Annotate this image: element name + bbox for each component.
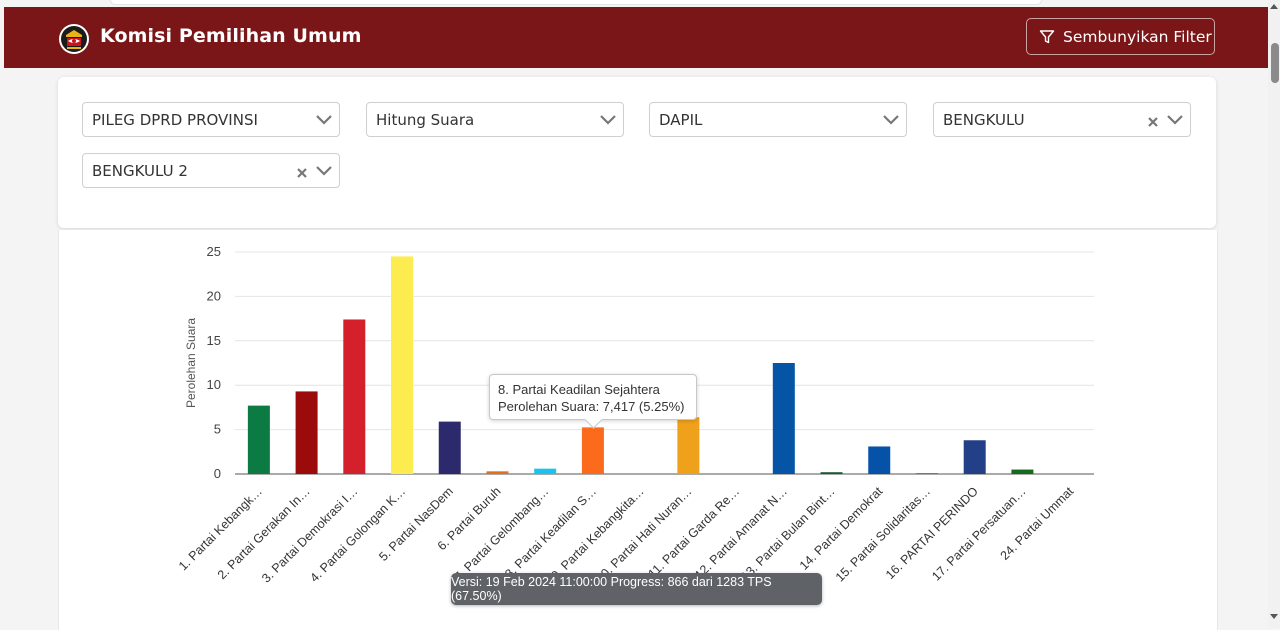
version-text: Versi: 19 Feb 2024 11:00:00 Progress: 86… — [451, 575, 772, 603]
vote-bar-chart: 0 5 10 15 20 25 Perolehan Suara 1. Partai Keban… — [176, 244, 1094, 586]
dapil-select[interactable]: BENGKULU 2 — [82, 153, 340, 188]
page-scrollbar[interactable] — [1268, 0, 1280, 628]
region-level-select[interactable]: DAPIL — [649, 102, 907, 137]
chart-tooltip: 8. Partai Keadilan Sejahtera Perolehan S… — [489, 374, 697, 429]
browser-top-sliver — [0, 0, 1280, 6]
chevron-down-icon — [316, 114, 332, 125]
chart-panel: 0 5 10 15 20 25 Perolehan Suara 1. Partai Keban… — [58, 230, 1218, 630]
close-icon[interactable] — [1146, 115, 1160, 129]
bar-5 — [438, 421, 461, 474]
x-tick-label: 16. PARTAI PERINDO — [883, 484, 981, 582]
y-tick-label: 20 — [207, 288, 221, 303]
close-icon[interactable] — [295, 166, 309, 180]
chevron-down-icon — [883, 114, 899, 125]
x-tick-label: 4. Partai Golongan K… — [307, 484, 408, 585]
select-value: BENGKULU — [943, 110, 1025, 129]
bar-6 — [486, 471, 509, 474]
bar-16 — [963, 440, 986, 474]
x-tick-label: 3. Partai Demokrasi I… — [259, 484, 360, 585]
x-tick-label: 8. Partai Keadilan S… — [502, 484, 599, 581]
tooltip-title: 8. Partai Keadilan Sejahtera — [498, 382, 660, 397]
bar-1 — [247, 405, 270, 474]
x-tick-label: 17. Partai Persatuan… — [929, 484, 1028, 583]
bar-2 — [295, 391, 318, 474]
x-tick-label: 12. Partai Amanat N… — [692, 484, 790, 582]
x-tick-label: 1. Partai Kebangk… — [176, 484, 265, 573]
bar-14 — [868, 446, 891, 474]
province-select[interactable]: BENGKULU — [933, 102, 1191, 137]
x-tick-label: 15. Partai Solidaritas… — [833, 484, 933, 584]
x-tick-label: 2. Partai Gerakan In… — [215, 484, 313, 582]
y-tick-label: 5 — [214, 422, 221, 437]
x-tick-label: 9. Partai Kebangkita… — [548, 484, 646, 582]
y-tick-label: 15 — [207, 333, 221, 348]
chevron-down-icon — [600, 114, 616, 125]
x-tick-label: 13. Partai Bulan Bint… — [738, 484, 837, 583]
bar-12 — [772, 363, 795, 474]
scroll-up-icon[interactable] — [1270, 4, 1278, 9]
version-progress-toast: Versi: 19 Feb 2024 11:00:00 Progress: 86… — [451, 573, 822, 605]
select-value: Hitung Suara — [376, 110, 475, 129]
scroll-down-icon[interactable] — [1270, 614, 1278, 619]
scroll-thumb[interactable] — [1271, 43, 1279, 83]
select-value: PILEG DPRD PROVINSI — [92, 110, 258, 129]
hide-filter-label: Sembunyikan Filter — [1063, 27, 1212, 46]
bar-3 — [343, 319, 366, 474]
x-tick-label: 14. Partai Demokrat — [797, 484, 886, 573]
y-tick-label: 10 — [207, 377, 221, 392]
bar-15 — [915, 473, 938, 474]
hide-filter-button[interactable]: Sembunyikan Filter — [1026, 18, 1215, 55]
count-type-select[interactable]: Hitung Suara — [366, 102, 624, 137]
y-axis-label: Perolehan Suara — [184, 318, 198, 408]
y-tick-label: 0 — [214, 466, 221, 481]
bar-8 — [581, 427, 604, 474]
bar-13 — [820, 472, 843, 474]
select-value: DAPIL — [659, 110, 703, 129]
funnel-icon — [1039, 29, 1055, 43]
chevron-down-icon — [1167, 114, 1183, 125]
filter-panel: PILEG DPRD PROVINSI Hitung Suara DAPIL B… — [58, 77, 1216, 228]
x-tick-label: 7. Partai Gelombang… — [452, 484, 552, 584]
chevron-down-icon — [316, 165, 332, 176]
x-tick-label: 11. Partai Garda Re… — [646, 484, 743, 581]
bar-4 — [391, 256, 414, 474]
x-tick-label: 10. Partai Hati Nuran… — [593, 484, 694, 585]
brand-title: Komisi Pemilihan Umum — [100, 25, 362, 47]
bar-7 — [534, 468, 557, 474]
y-tick-label: 25 — [207, 244, 221, 259]
kpu-logo-icon[interactable] — [58, 23, 90, 55]
app-header: Komisi Pemilihan Umum Sembunyikan Filter — [4, 7, 1268, 68]
select-value: BENGKULU 2 — [92, 161, 188, 180]
election-type-select[interactable]: PILEG DPRD PROVINSI — [82, 102, 340, 137]
bar-10 — [677, 417, 700, 474]
bar-17 — [1011, 469, 1034, 474]
